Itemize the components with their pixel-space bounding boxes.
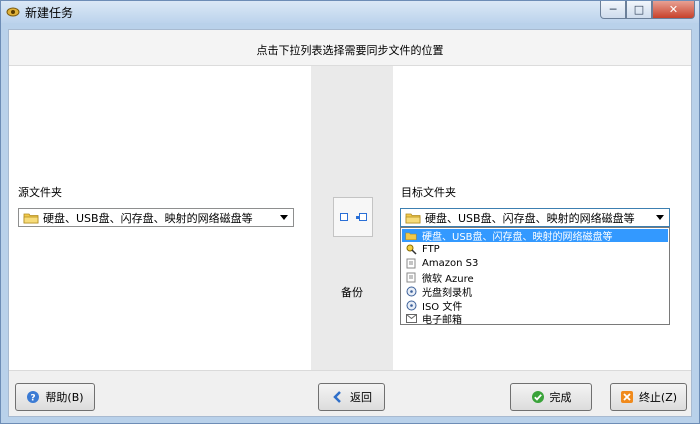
instruction-band: 点击下拉列表选择需要同步文件的位置 [9, 30, 691, 66]
target-dropdown-list: 硬盘、USB盘、闪存盘、映射的网络磁盘等 FTP Amazon S3 微软 Az… [400, 227, 670, 326]
maximize-button[interactable]: □ [626, 1, 652, 19]
source-label: 源文件夹 [18, 186, 62, 199]
wizard-panel: 点击下拉列表选择需要同步文件的位置 源文件夹 硬盘、USB盘、闪存盘、映射的网络… [8, 29, 692, 417]
title-bar[interactable]: 新建任务 ─ □ ✕ [1, 1, 699, 23]
folder-icon [405, 230, 417, 241]
dropdown-option-amazon-s3[interactable]: Amazon S3 [402, 257, 668, 270]
svg-text:?: ? [31, 394, 36, 404]
minimize-button[interactable]: ─ [600, 1, 626, 19]
cloud-doc-icon [405, 272, 417, 283]
target-dropdown[interactable]: 硬盘、USB盘、闪存盘、映射的网络磁盘等 [400, 208, 670, 227]
button-bar: ? 帮助(B) 返回 完成 终止(Z) [9, 370, 691, 416]
dropdown-option-local-disk[interactable]: 硬盘、USB盘、闪存盘、映射的网络磁盘等 [402, 229, 668, 243]
backup-label: 备份 [341, 286, 363, 299]
close-icon [620, 390, 634, 404]
dropdown-option-ftp[interactable]: FTP [402, 243, 668, 256]
direction-panel: 备份 [311, 66, 393, 370]
instruction-text: 点击下拉列表选择需要同步文件的位置 [256, 44, 444, 57]
finish-button[interactable]: 完成 [510, 383, 592, 411]
mail-icon [405, 313, 417, 324]
dropdown-option-disc-burner[interactable]: 光盘刻录机 [402, 285, 668, 299]
window-title: 新建任务 [25, 6, 74, 20]
disc-icon [405, 286, 417, 297]
check-icon [531, 390, 545, 404]
target-square-icon [356, 213, 367, 221]
back-button[interactable]: 返回 [318, 383, 385, 411]
help-icon: ? [26, 390, 40, 404]
target-label: 目标文件夹 [401, 186, 456, 199]
ftp-icon [405, 244, 417, 255]
window-controls: ─ □ ✕ [600, 1, 695, 19]
dropdown-option-email[interactable]: 电子邮箱 [402, 312, 668, 326]
folder-icon [405, 213, 421, 223]
source-square-icon [340, 213, 348, 221]
chevron-down-icon[interactable] [280, 215, 288, 220]
backup-direction-icon[interactable] [333, 197, 373, 237]
app-icon [6, 7, 20, 17]
chevron-left-icon [331, 390, 345, 404]
window: 新建任务 ─ □ ✕ 点击下拉列表选择需要同步文件的位置 源文件夹 硬盘、USB… [0, 0, 700, 424]
folder-icon [23, 213, 39, 223]
disc-icon [405, 300, 417, 311]
chevron-down-icon[interactable] [656, 215, 664, 220]
source-dropdown[interactable]: 硬盘、USB盘、闪存盘、映射的网络磁盘等 [18, 208, 294, 227]
help-button[interactable]: ? 帮助(B) [15, 383, 95, 411]
abort-button[interactable]: 终止(Z) [610, 383, 687, 411]
close-button[interactable]: ✕ [652, 1, 695, 19]
dropdown-option-azure[interactable]: 微软 Azure [402, 271, 668, 285]
source-selected-value: 硬盘、USB盘、闪存盘、映射的网络磁盘等 [43, 211, 253, 225]
target-selected-value: 硬盘、USB盘、闪存盘、映射的网络磁盘等 [425, 211, 635, 225]
cloud-doc-icon [405, 258, 417, 269]
